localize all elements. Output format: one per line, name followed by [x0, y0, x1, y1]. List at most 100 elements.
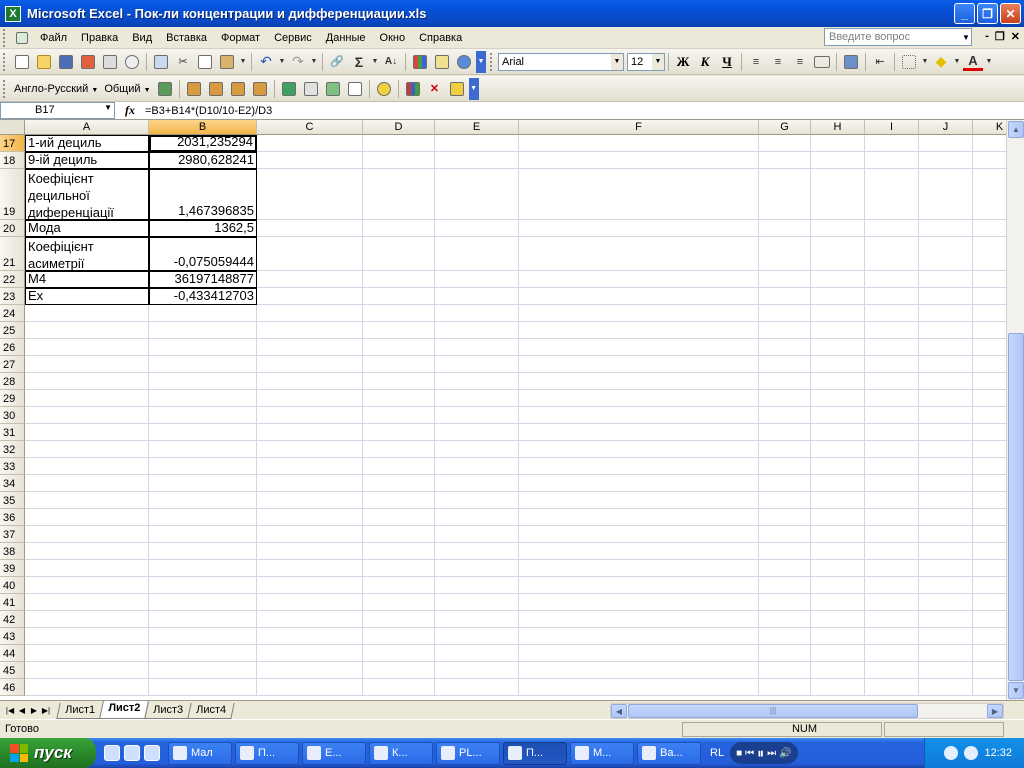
- menu-grip[interactable]: [3, 28, 8, 47]
- row-header-40[interactable]: 40: [0, 577, 25, 594]
- column-header-I[interactable]: I: [865, 120, 919, 135]
- workbook-restore-button[interactable]: ❐: [995, 30, 1005, 43]
- taskbar-button-5[interactable]: П...: [503, 741, 567, 765]
- row-header-42[interactable]: 42: [0, 611, 25, 628]
- sheet-tab-4[interactable]: Лист4: [187, 703, 235, 719]
- row-header-38[interactable]: 38: [0, 543, 25, 560]
- paste-dropdown-icon[interactable]: ▼: [239, 52, 247, 72]
- column-header-H[interactable]: H: [811, 120, 865, 135]
- dictionary-book-icon[interactable]: [279, 79, 299, 99]
- vertical-scroll-thumb[interactable]: [1008, 333, 1024, 681]
- cell-A21[interactable]: Коефіцієнт асиметрії: [25, 237, 149, 271]
- media-next-icon[interactable]: ⏭: [767, 748, 776, 759]
- toolbar-options-icon[interactable]: ▼: [476, 50, 486, 73]
- row-header-44[interactable]: 44: [0, 645, 25, 662]
- row-header-31[interactable]: 31: [0, 424, 25, 441]
- menu-item-2[interactable]: Вид: [125, 32, 159, 44]
- taskbar-button-3[interactable]: К...: [369, 741, 433, 765]
- print-icon[interactable]: [100, 52, 120, 72]
- translate-selection-icon[interactable]: [206, 79, 226, 99]
- align-right-icon[interactable]: ≡: [790, 52, 810, 72]
- row-header-21[interactable]: 21: [0, 237, 25, 271]
- new-file-icon[interactable]: [12, 52, 32, 72]
- row-header-24[interactable]: 24: [0, 305, 25, 322]
- row-header-43[interactable]: 43: [0, 628, 25, 645]
- taskbar-button-4[interactable]: PL...: [436, 741, 500, 765]
- minimize-button[interactable]: _: [954, 3, 975, 24]
- excel-icon[interactable]: X: [5, 5, 21, 22]
- toolbar-grip[interactable]: [3, 52, 8, 71]
- decrease-indent-icon[interactable]: ⇤: [870, 52, 890, 72]
- taskbar-button-2[interactable]: E...: [302, 741, 366, 765]
- format-toolbar-grip[interactable]: [490, 52, 495, 71]
- italic-button[interactable]: К: [694, 52, 716, 72]
- cell-B18[interactable]: 2980,628241: [149, 152, 257, 169]
- media-player-icon[interactable]: [124, 745, 140, 761]
- font-name-select[interactable]: Arial ▼: [498, 52, 624, 71]
- scroll-up-icon[interactable]: ▲: [1008, 121, 1024, 138]
- row-header-29[interactable]: 29: [0, 390, 25, 407]
- menu-item-1[interactable]: Правка: [74, 32, 125, 44]
- menu-item-0[interactable]: Файл: [33, 32, 74, 44]
- sort-ascending-icon[interactable]: A↓: [381, 52, 401, 72]
- underline-button[interactable]: Ч: [716, 52, 738, 72]
- tray-arrow-icon[interactable]: [944, 746, 959, 760]
- font-dropdown-icon[interactable]: ▼: [611, 53, 623, 70]
- redo-icon[interactable]: ↷: [288, 52, 308, 72]
- tray-network-icon[interactable]: [964, 746, 979, 760]
- cell-A23[interactable]: Ex: [25, 288, 149, 305]
- fill-color-icon[interactable]: ◆: [931, 52, 951, 72]
- document-icon[interactable]: [12, 28, 32, 48]
- menu-item-5[interactable]: Сервис: [267, 32, 319, 44]
- language-select[interactable]: Англо-Русский ▼: [11, 83, 101, 95]
- row-header-33[interactable]: 33: [0, 458, 25, 475]
- sheet-tab-2[interactable]: Лист2: [99, 701, 150, 719]
- sheet-tab-3[interactable]: Лист3: [144, 703, 192, 719]
- autosum-dropdown-icon[interactable]: ▼: [371, 52, 379, 72]
- column-header-C[interactable]: C: [257, 120, 363, 135]
- column-header-D[interactable]: D: [363, 120, 435, 135]
- font-size-dropdown-icon[interactable]: ▼: [652, 53, 664, 70]
- media-prev-icon[interactable]: ⏮: [745, 748, 754, 759]
- name-box-dropdown-icon[interactable]: ▼: [104, 103, 112, 112]
- cell-B22[interactable]: 36197148877: [149, 271, 257, 288]
- row-header-17[interactable]: 17: [0, 135, 25, 152]
- language-indicator[interactable]: RL: [710, 747, 724, 759]
- column-header-B[interactable]: B: [149, 120, 257, 135]
- name-box[interactable]: B17 ▼: [0, 102, 115, 119]
- align-left-icon[interactable]: ≡: [746, 52, 766, 72]
- translate-toolbar-grip[interactable]: [3, 79, 8, 98]
- horizontal-scrollbar[interactable]: ◀ ||| ▶: [610, 703, 1004, 719]
- cell-A20[interactable]: Мода: [25, 220, 149, 237]
- cell-A18[interactable]: 9-ій дециль: [25, 152, 149, 169]
- chart-wizard-icon[interactable]: [410, 52, 430, 72]
- column-header-F[interactable]: F: [519, 120, 759, 135]
- notes-icon[interactable]: [345, 79, 365, 99]
- translate-word-icon[interactable]: [250, 79, 270, 99]
- ask-dropdown-icon[interactable]: ▼: [960, 28, 972, 46]
- close-button[interactable]: ✕: [1000, 3, 1021, 24]
- drawing-icon[interactable]: [432, 52, 452, 72]
- borders-dropdown-icon[interactable]: ▼: [921, 52, 929, 72]
- cell-B17[interactable]: 2031,235294: [149, 135, 257, 152]
- redo-dropdown-icon[interactable]: ▼: [310, 52, 318, 72]
- spellcheck-icon[interactable]: [323, 79, 343, 99]
- menu-item-4[interactable]: Формат: [214, 32, 267, 44]
- row-header-46[interactable]: 46: [0, 679, 25, 696]
- workbook-close-button[interactable]: ✕: [1011, 30, 1020, 43]
- copy-icon[interactable]: [195, 52, 215, 72]
- column-header-E[interactable]: E: [435, 120, 519, 135]
- translate-cell-icon[interactable]: [228, 79, 248, 99]
- search-icon[interactable]: [374, 79, 394, 99]
- row-header-34[interactable]: 34: [0, 475, 25, 492]
- help-icon[interactable]: [454, 52, 474, 72]
- row-header-26[interactable]: 26: [0, 339, 25, 356]
- prev-sheet-icon[interactable]: ◀: [16, 706, 28, 715]
- cell-A17[interactable]: 1-ий дециль: [25, 135, 149, 152]
- hyperlink-icon[interactable]: 🔗: [327, 52, 347, 72]
- row-header-35[interactable]: 35: [0, 492, 25, 509]
- row-header-20[interactable]: 20: [0, 220, 25, 237]
- media-pause-icon[interactable]: ⏸: [757, 745, 764, 762]
- row-header-28[interactable]: 28: [0, 373, 25, 390]
- cell-B21[interactable]: -0,075059444: [149, 237, 257, 271]
